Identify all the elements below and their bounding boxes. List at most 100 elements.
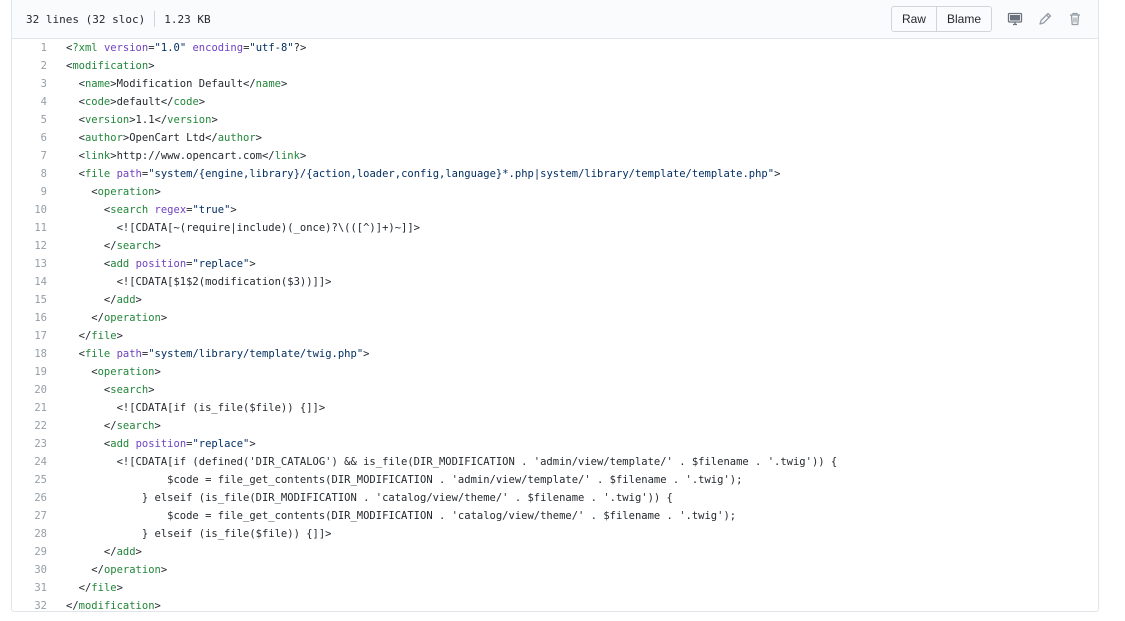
line-number[interactable]: 28 (12, 525, 66, 543)
code-line: 22 </search> (12, 417, 1098, 435)
code-text: </add> (66, 294, 142, 306)
line-number[interactable]: 2 (12, 57, 66, 75)
line-number[interactable]: 21 (12, 399, 66, 417)
code-text: } elseif (is_file($file)) {]]> (66, 528, 332, 540)
pencil-icon[interactable] (1032, 7, 1058, 31)
line-number[interactable]: 32 (12, 597, 66, 615)
code-text: <![CDATA[if (defined('DIR_CATALOG') && i… (66, 456, 838, 468)
file-size: 1.23 KB (164, 12, 211, 26)
line-number[interactable]: 23 (12, 435, 66, 453)
line-number[interactable]: 1 (12, 39, 66, 57)
code-text: </file> (66, 582, 123, 594)
code-line: 30 </operation> (12, 561, 1098, 579)
code-text: </operation> (66, 312, 168, 324)
code-text: <link>http://www.opencart.com</link> (66, 150, 307, 162)
code-text: $code = file_get_contents(DIR_MODIFICATI… (66, 510, 737, 522)
line-number[interactable]: 19 (12, 363, 66, 381)
line-number[interactable]: 5 (12, 111, 66, 129)
trash-icon[interactable] (1062, 7, 1088, 31)
code-line: 17 </file> (12, 327, 1098, 345)
line-number[interactable]: 29 (12, 543, 66, 561)
code-line: 13 <add position="replace"> (12, 255, 1098, 273)
code-line: 1 <?xml version="1.0" encoding="utf-8"?> (12, 39, 1098, 57)
code-line: 19 <operation> (12, 363, 1098, 381)
line-number[interactable]: 30 (12, 561, 66, 579)
code-text: <add position="replace"> (66, 258, 256, 270)
code-line: 3 <name>Modification Default</name> (12, 75, 1098, 93)
code-text: <code>default</code> (66, 96, 206, 108)
code-text: </search> (66, 420, 161, 432)
line-number[interactable]: 14 (12, 273, 66, 291)
file-actions: Raw Blame (890, 6, 1088, 32)
line-number[interactable]: 6 (12, 129, 66, 147)
line-number[interactable]: 7 (12, 147, 66, 165)
code-line: 21 <![CDATA[if (is_file($file)) {]]> (12, 399, 1098, 417)
code-line: 8 <file path="system/{engine,library}/{a… (12, 165, 1098, 183)
code-text: </operation> (66, 564, 168, 576)
code-line: 27 $code = file_get_contents(DIR_MODIFIC… (12, 507, 1098, 525)
line-number[interactable]: 9 (12, 183, 66, 201)
line-number[interactable]: 17 (12, 327, 66, 345)
code-text: </search> (66, 240, 161, 252)
code-text: <file path="system/{engine,library}/{act… (66, 168, 781, 180)
line-number[interactable]: 15 (12, 291, 66, 309)
code-text: <modification> (66, 60, 155, 72)
view-button-group: Raw Blame (890, 6, 992, 32)
code-line: 31 </file> (12, 579, 1098, 597)
file-info: 32 lines (32 sloc) 1.23 KB (26, 11, 211, 27)
code-line: 26 } elseif (is_file(DIR_MODIFICATION . … (12, 489, 1098, 507)
line-number[interactable]: 10 (12, 201, 66, 219)
code-line: 24 <![CDATA[if (defined('DIR_CATALOG') &… (12, 453, 1098, 471)
line-number[interactable]: 24 (12, 453, 66, 471)
code-line: 12 </search> (12, 237, 1098, 255)
line-number[interactable]: 3 (12, 75, 66, 93)
code-text: <name>Modification Default</name> (66, 78, 288, 90)
code-text: <author>OpenCart Ltd</author> (66, 132, 262, 144)
desktop-icon[interactable] (1002, 7, 1028, 31)
line-number[interactable]: 8 (12, 165, 66, 183)
code-line: 6 <author>OpenCart Ltd</author> (12, 129, 1098, 147)
code-line: 10 <search regex="true"> (12, 201, 1098, 219)
code-text: </file> (66, 330, 123, 342)
line-number[interactable]: 22 (12, 417, 66, 435)
code-text: <![CDATA[$1$2(modification($3))]]> (66, 276, 332, 288)
code-text: } elseif (is_file(DIR_MODIFICATION . 'ca… (66, 492, 673, 504)
code-line: 23 <add position="replace"> (12, 435, 1098, 453)
code-text: <version>1.1</version> (66, 114, 218, 126)
code-line: 29 </add> (12, 543, 1098, 561)
code-listing: 1 <?xml version="1.0" encoding="utf-8"?> 2… (12, 39, 1098, 615)
line-number[interactable]: 25 (12, 471, 66, 489)
line-number[interactable]: 20 (12, 381, 66, 399)
line-number[interactable]: 31 (12, 579, 66, 597)
code-line: 25 $code = file_get_contents(DIR_MODIFIC… (12, 471, 1098, 489)
code-line: 14 <![CDATA[$1$2(modification($3))]]> (12, 273, 1098, 291)
raw-button[interactable]: Raw (891, 7, 936, 31)
code-text: <add position="replace"> (66, 438, 256, 450)
line-number[interactable]: 26 (12, 489, 66, 507)
divider (154, 11, 156, 27)
line-number[interactable]: 16 (12, 309, 66, 327)
line-number[interactable]: 13 (12, 255, 66, 273)
file-header: 32 lines (32 sloc) 1.23 KB Raw Blame (12, 0, 1098, 39)
code-text: <?xml version="1.0" encoding="utf-8"?> (66, 42, 307, 54)
code-line: 4 <code>default</code> (12, 93, 1098, 111)
code-text: <operation> (66, 186, 161, 198)
line-number[interactable]: 27 (12, 507, 66, 525)
code-line: 20 <search> (12, 381, 1098, 399)
line-number[interactable]: 18 (12, 345, 66, 363)
code-line: 15 </add> (12, 291, 1098, 309)
code-text: </add> (66, 546, 142, 558)
code-text: <operation> (66, 366, 161, 378)
line-count: 32 lines (32 sloc) (26, 12, 146, 26)
code-text: </modification> (66, 600, 161, 612)
code-line: 11 <![CDATA[~(require|include)(_once)?\(… (12, 219, 1098, 237)
code-text: <![CDATA[if (is_file($file)) {]]> (66, 402, 326, 414)
code-line: 18 <file path="system/library/template/t… (12, 345, 1098, 363)
code-text: <search> (66, 384, 155, 396)
blame-button[interactable]: Blame (935, 7, 991, 31)
code-line: 16 </operation> (12, 309, 1098, 327)
code-text: <file path="system/library/template/twig… (66, 348, 370, 360)
line-number[interactable]: 4 (12, 93, 66, 111)
line-number[interactable]: 12 (12, 237, 66, 255)
line-number[interactable]: 11 (12, 219, 66, 237)
